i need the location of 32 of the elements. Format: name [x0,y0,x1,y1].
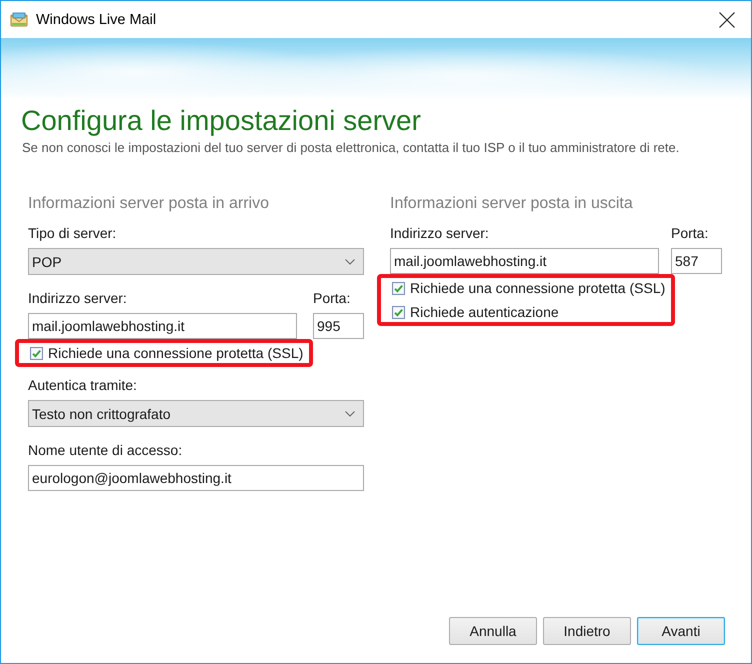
page-heading: Configura le impostazioni server [21,104,421,138]
chevron-down-icon [345,410,355,416]
port-field[interactable]: 995 [313,313,364,339]
close-icon [719,12,735,28]
checkbox-label[interactable]: Richiede una connessione protetta (SSL) [48,344,304,362]
field-label: Indirizzo server: [28,289,128,307]
checkbox[interactable] [392,306,405,318]
checkbox[interactable] [30,346,43,360]
page-subtitle: Se non conosci le impostazioni del tuo server di posta elettronica, contatta il tuo ISP o il tuo amministratore di rete. [22,139,680,156]
checkbox[interactable] [392,282,405,294]
port-field[interactable]: 587 [671,248,722,274]
field-label: Porta: [313,289,352,307]
server-address-field[interactable]: mail.joomlawebhosting.it [28,313,297,339]
section-heading: Informazioni server posta in arrivo [28,194,269,214]
checkbox-label[interactable]: Richiede autenticazione [410,303,559,321]
field-label: Tipo di server: [28,224,116,242]
field-label: Nome utente di accesso: [28,441,182,459]
field-label: Indirizzo server: [390,224,490,242]
chevron-down-icon [345,258,355,264]
mail-icon [10,12,28,28]
username-field[interactable]: eurologon@joomlawebhosting.it [28,465,364,491]
dialog-button[interactable]: Indietro [543,617,631,645]
server-address-field[interactable]: mail.joomlawebhosting.it [390,248,659,274]
dropdown[interactable]: POP [28,248,364,275]
checkbox-label[interactable]: Richiede una connessione protetta (SSL) [410,279,666,297]
dialog-button[interactable]: Avanti [637,617,725,645]
dialog-button[interactable]: Annulla [449,617,537,645]
field-label: Autentica tramite: [28,376,137,394]
section-heading: Informazioni server posta in uscita [390,194,633,214]
field-label: Porta: [671,224,710,242]
window-title: Windows Live Mail [36,12,156,28]
dropdown[interactable]: Testo non crittografato [28,400,364,427]
